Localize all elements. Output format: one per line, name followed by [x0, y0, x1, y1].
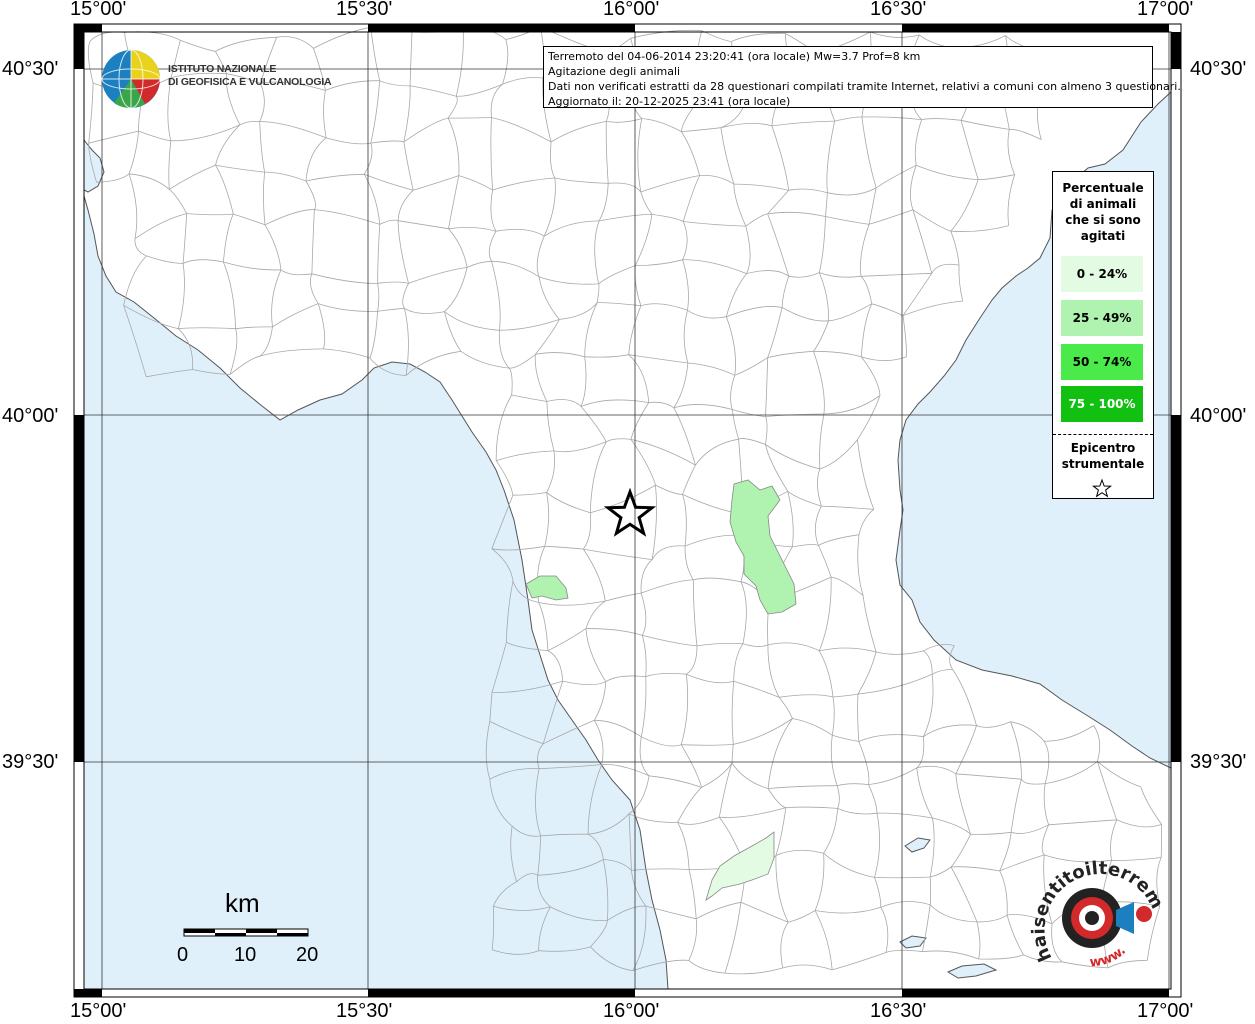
legend-epicenter-label: Epicentro strumentale	[1053, 440, 1153, 472]
event-info-line: Dati non verificati estratti da 28 quest…	[548, 80, 1181, 93]
legend-class-1: 25 - 49%	[1061, 300, 1143, 336]
ingv-globe-logo	[101, 49, 161, 109]
lat-label-left-0: 40°30'	[2, 58, 59, 80]
lon-label-top-4: 17°00'	[1137, 0, 1194, 20]
lon-label-bottom-3: 16°30'	[870, 1000, 927, 1022]
legend-title: Percentuale di animali che si sono agita…	[1053, 172, 1153, 244]
legend-box: Percentuale di animali che si sono agita…	[1052, 171, 1154, 499]
scale-title: km	[225, 888, 260, 918]
legend-class-2: 50 - 74%	[1061, 344, 1143, 380]
legend-class-0: 0 - 24%	[1061, 256, 1143, 292]
lon-label-top-1: 15°30'	[336, 0, 393, 20]
lon-label-bottom-2: 16°00'	[603, 1000, 660, 1022]
legend-title-line: che si sono	[1065, 213, 1141, 227]
haisentito-logo: haisentitoilterremoto.it www.	[1030, 848, 1167, 970]
legend-star-icon	[1092, 478, 1112, 498]
scale-tick-0: 0	[177, 944, 189, 966]
event-info-line: Agitazione degli animali	[548, 65, 681, 78]
lat-label-right-1: 40°00'	[1190, 405, 1247, 427]
lon-label-top-3: 16°30'	[870, 0, 927, 20]
lat-label-left-2: 39°30'	[2, 751, 59, 773]
lon-label-top-0: 15°00'	[70, 0, 127, 20]
legend-divider	[1053, 434, 1153, 435]
lat-label-left-1: 40°00'	[2, 405, 59, 427]
lon-label-top-2: 16°00'	[603, 0, 660, 20]
municipal-boundary-line	[448, 117, 492, 119]
lat-label-right-2: 39°30'	[1190, 751, 1247, 773]
legend-class-3: 75 - 100%	[1061, 386, 1143, 422]
scale-tick-10: 10	[234, 944, 257, 966]
ingv-logo-line: ISTITUTO NAZIONALE	[168, 63, 277, 75]
lon-label-bottom-1: 15°30'	[336, 1000, 393, 1022]
ingv-logo-text: ISTITUTO NAZIONALE DI GEOFISICA E VULCAN…	[168, 63, 332, 89]
legend-title-line: agitati	[1080, 229, 1126, 243]
legend-epicenter-line: Epicentro	[1070, 441, 1136, 455]
scale-bar	[183, 928, 309, 937]
event-info-box: Terremoto del 04-06-2014 23:20:41 (ora l…	[543, 46, 1181, 108]
lon-label-bottom-0: 15°00'	[70, 1000, 127, 1022]
lat-label-right-0: 40°30'	[1190, 58, 1247, 80]
legend-epicenter-line: strumentale	[1061, 457, 1145, 471]
legend-title-line: Percentuale	[1062, 181, 1144, 195]
legend-title-line: di animali	[1069, 197, 1137, 211]
event-info-line: Aggiornato il: 20-12-2025 23:41 (ora loc…	[548, 95, 791, 108]
event-info-line: Terremoto del 04-06-2014 23:20:41 (ora l…	[548, 50, 921, 63]
lon-label-bottom-4: 17°00'	[1137, 1000, 1194, 1022]
scale-tick-20: 20	[296, 944, 319, 966]
ingv-logo-line: DI GEOFISICA E VULCANOLOGIA	[168, 76, 332, 88]
